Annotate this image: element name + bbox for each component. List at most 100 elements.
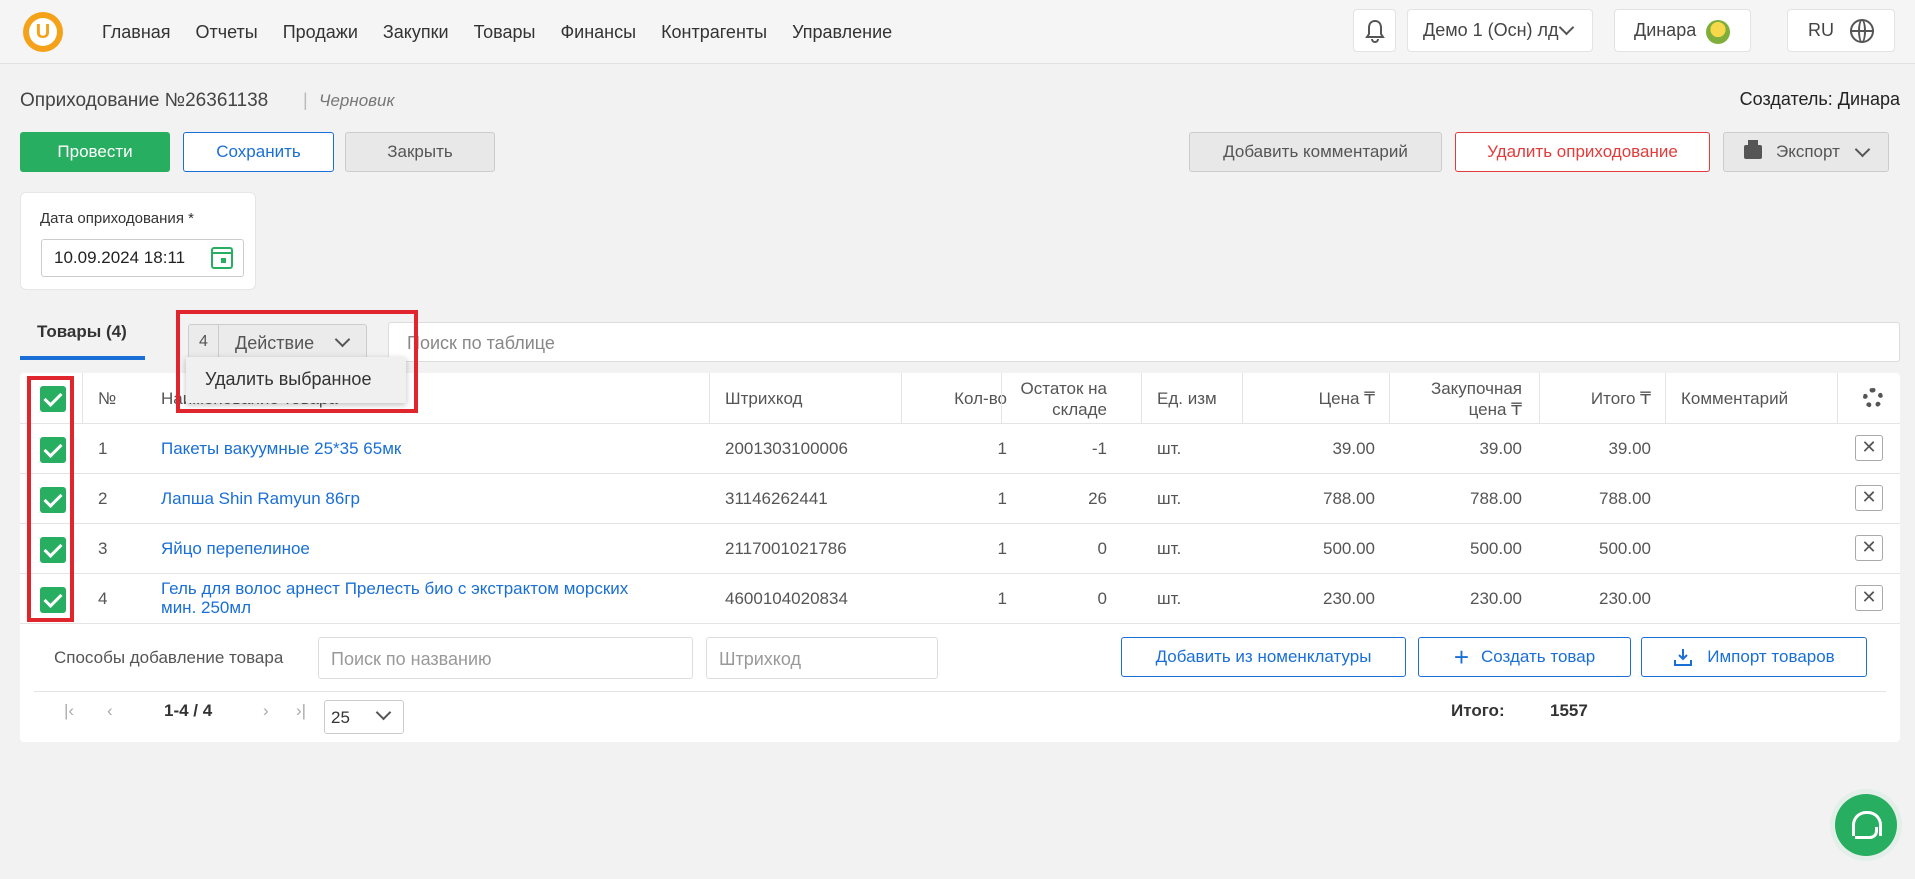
import-products-button[interactable]: Импорт товаров (1641, 637, 1867, 677)
remove-row-button[interactable]: ✕ (1855, 485, 1883, 511)
product-link[interactable]: Пакеты вакуумные 25*35 65мк (161, 439, 401, 459)
nav-reports[interactable]: Отчеты (196, 22, 258, 43)
add-from-catalog-button[interactable]: Добавить из номенклатуры (1121, 637, 1406, 677)
header-stock-line2[interactable]: складе (1001, 400, 1107, 420)
header-stock-line1[interactable]: Остаток на (1001, 379, 1107, 399)
create-product-label: Создать товар (1481, 647, 1596, 666)
row-qty[interactable]: 1 (901, 589, 1007, 609)
row-qty[interactable]: 1 (901, 539, 1007, 559)
name-search-input[interactable]: Поиск по названию (318, 637, 693, 679)
table-settings-gear-icon[interactable] (1863, 388, 1883, 408)
row-unit: шт. (1157, 489, 1182, 508)
row-total: 500.00 (1599, 539, 1651, 558)
logo-letter: U (29, 18, 57, 46)
remove-row-button[interactable]: ✕ (1855, 585, 1883, 611)
page-size-select[interactable]: 25 (324, 700, 404, 734)
save-button[interactable]: Сохранить (183, 132, 334, 172)
nav-home[interactable]: Главная (102, 22, 171, 43)
header-qty[interactable]: Кол-во (901, 389, 1007, 409)
date-input[interactable]: 10.09.2024 18:11 (41, 239, 244, 277)
row-num: 4 (98, 589, 108, 608)
row-price[interactable]: 500.00 (1242, 539, 1375, 559)
product-name-line2: мин. 250мл (161, 598, 251, 617)
header-total[interactable]: Итого ₸ (1539, 389, 1651, 409)
product-link[interactable]: Яйцо перепелиное (161, 539, 310, 559)
tab-goods[interactable]: Товары (4) (20, 322, 145, 360)
product-link[interactable]: Лапша Shin Ramyun 86гр (161, 489, 360, 509)
row-barcode: 31146262441 (725, 489, 828, 508)
last-page-button[interactable]: ›| (296, 701, 306, 721)
chevron-down-icon (1854, 141, 1871, 158)
barcode-input[interactable]: Штрихкод (706, 637, 938, 679)
row-num: 3 (98, 539, 108, 558)
globe-icon (1850, 19, 1874, 43)
header-barcode[interactable]: Штрихкод (725, 389, 802, 409)
prev-page-button[interactable]: ‹ (107, 701, 113, 721)
close-button[interactable]: Закрыть (345, 132, 495, 172)
notifications-button[interactable] (1353, 9, 1396, 52)
row-qty[interactable]: 1 (901, 489, 1007, 509)
nav-counterparties[interactable]: Контрагенты (661, 22, 767, 43)
bell-icon (1364, 19, 1385, 43)
row-num: 2 (98, 489, 108, 508)
nav-purchases[interactable]: Закупки (383, 22, 449, 43)
nav-sales[interactable]: Продажи (283, 22, 358, 43)
delete-document-button[interactable]: Удалить оприходование (1455, 132, 1710, 172)
date-value: 10.09.2024 18:11 (54, 248, 186, 267)
page-title: Оприходование №26361138 (20, 90, 269, 111)
row-purchase-price: 39.00 (1479, 439, 1522, 458)
row-stock: 0 (1097, 539, 1107, 558)
row-barcode: 4600104020834 (725, 589, 848, 608)
nav-goods[interactable]: Товары (474, 22, 536, 43)
user-menu[interactable]: Динара (1614, 9, 1751, 52)
date-label: Дата оприходования * (40, 210, 194, 227)
top-bar: U Главная Отчеты Продажи Закупки Товары … (0, 0, 1915, 64)
app-logo[interactable]: U (23, 12, 63, 52)
header-purchase-line2[interactable]: цена ₸ (1389, 400, 1522, 420)
table-search-input[interactable]: Поиск по таблице (388, 322, 1900, 362)
chevron-down-icon (1558, 19, 1575, 36)
row-purchase-price: 788.00 (1470, 489, 1522, 508)
calendar-icon[interactable] (211, 247, 233, 269)
remove-row-button[interactable]: ✕ (1855, 435, 1883, 461)
row-purchase-price: 230.00 (1470, 589, 1522, 608)
row-price[interactable]: 230.00 (1242, 589, 1375, 609)
nav-finance[interactable]: Финансы (560, 22, 636, 43)
post-button[interactable]: Провести (20, 132, 170, 172)
highlight-box-checkboxes (27, 376, 74, 622)
total-value: 1557 (1550, 701, 1588, 720)
header-price[interactable]: Цена ₸ (1242, 389, 1375, 409)
goods-table: № Наименование товара Штрихкод Кол-во Ос… (20, 373, 1900, 742)
row-unit: шт. (1157, 539, 1182, 558)
add-comment-button[interactable]: Добавить комментарий (1189, 132, 1442, 172)
page-range: 1-4 / 4 (164, 701, 213, 720)
row-price[interactable]: 788.00 (1242, 489, 1375, 509)
avatar (1706, 20, 1730, 44)
organization-select[interactable]: Демо 1 (Осн) лд (1407, 9, 1593, 52)
row-qty[interactable]: 1 (901, 439, 1007, 459)
header-comment: Комментарий (1681, 389, 1789, 408)
title-separator: | (303, 90, 308, 110)
remove-row-button[interactable]: ✕ (1855, 535, 1883, 561)
printer-icon (1744, 140, 1762, 159)
header-unit: Ед. изм (1157, 389, 1217, 408)
row-purchase-price: 500.00 (1470, 539, 1522, 558)
row-price[interactable]: 39.00 (1242, 439, 1375, 459)
language-code: RU (1808, 20, 1834, 40)
support-headset-icon[interactable] (1835, 794, 1897, 856)
header-purchase-line1[interactable]: Закупочная (1389, 379, 1522, 399)
next-page-button[interactable]: › (263, 701, 269, 721)
product-name-line1: Гель для волос арнест Прелесть био с экс… (161, 579, 629, 598)
row-num: 1 (98, 439, 108, 458)
row-stock: 0 (1097, 589, 1107, 608)
add-methods-label: Способы добавление товара (54, 648, 284, 667)
date-card: Дата оприходования * 10.09.2024 18:11 (20, 192, 256, 290)
nav-management[interactable]: Управление (792, 22, 892, 43)
total-label: Итого: (1451, 701, 1505, 720)
export-button[interactable]: Экспорт (1723, 132, 1889, 172)
create-product-button[interactable]: + Создать товар (1418, 637, 1631, 677)
product-link[interactable]: Гель для волос арнест Прелесть био с экс… (161, 579, 628, 617)
page-size-value: 25 (331, 708, 350, 727)
first-page-button[interactable]: |‹ (64, 701, 74, 721)
language-select[interactable]: RU (1787, 9, 1895, 52)
